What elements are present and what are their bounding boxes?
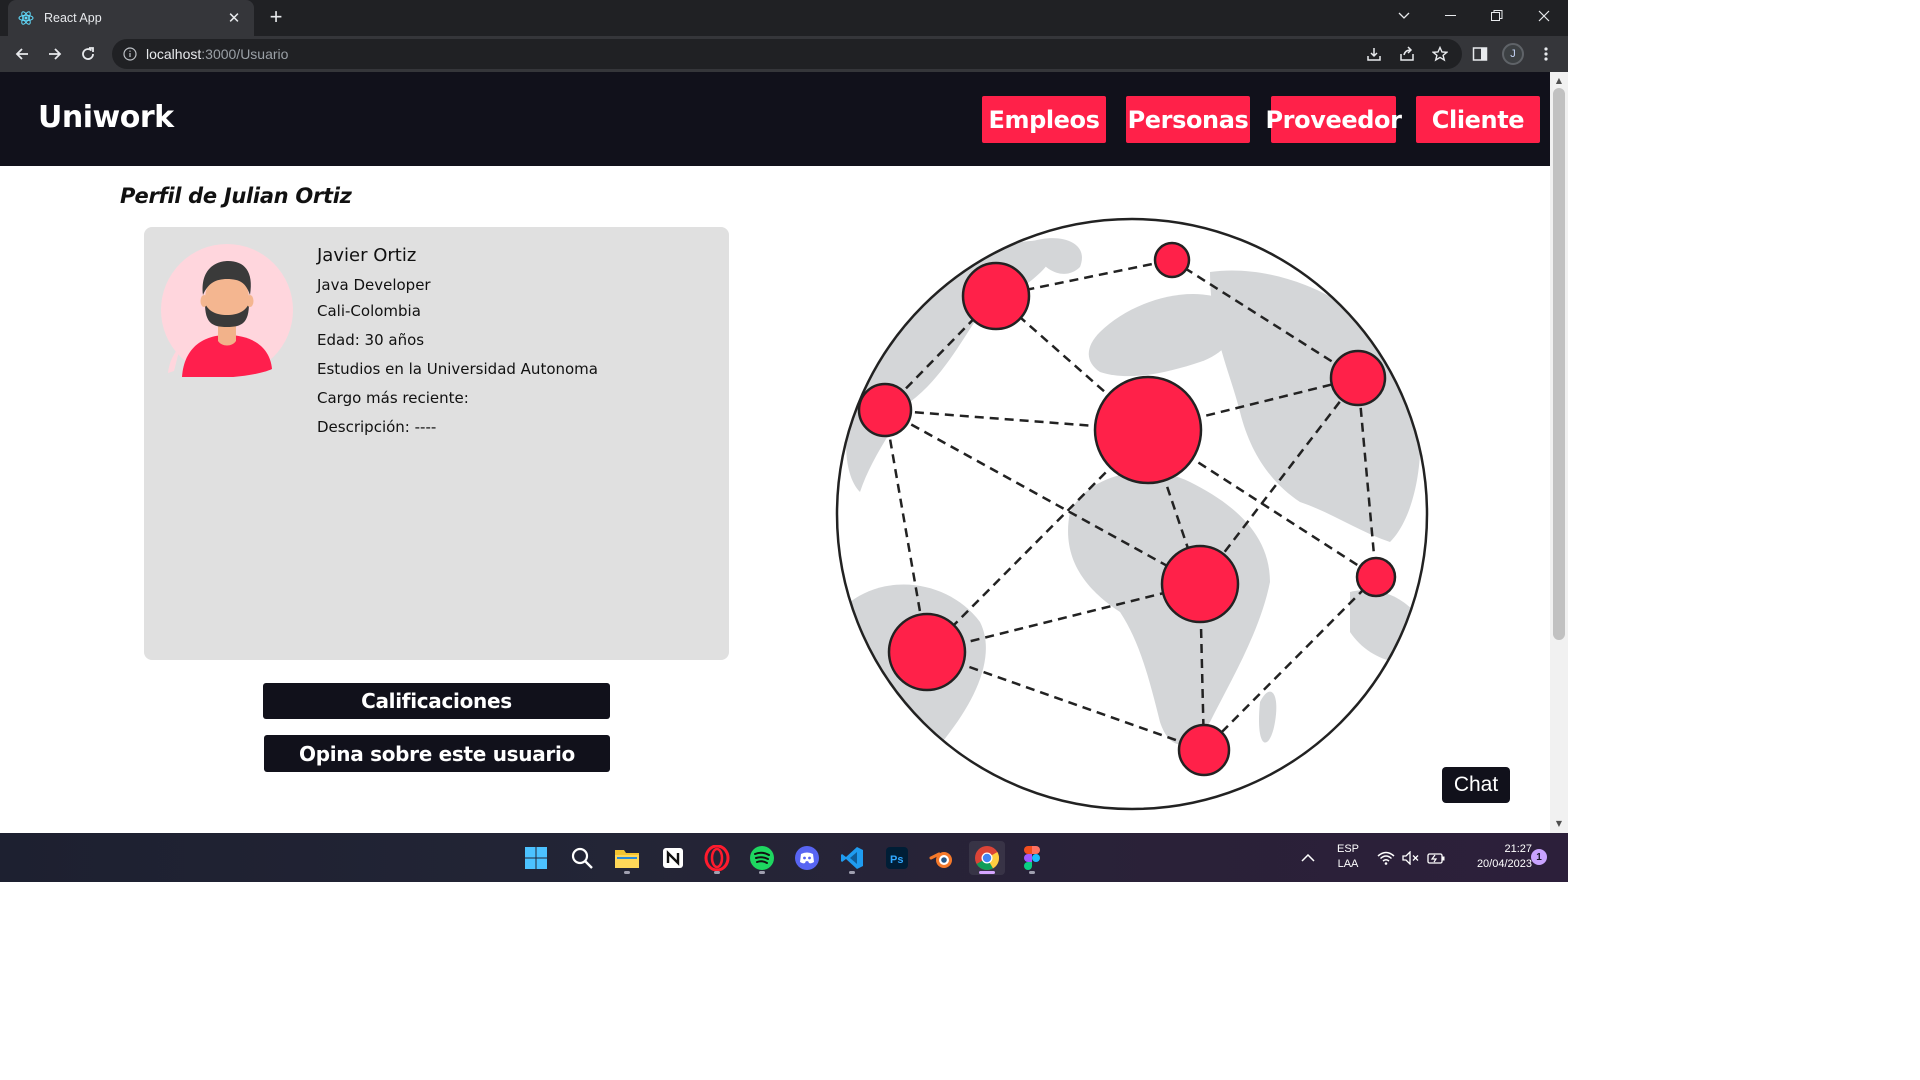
battery-icon[interactable] xyxy=(1424,841,1448,875)
volume-muted-icon[interactable] xyxy=(1399,841,1423,875)
page-viewport: Uniwork Empleos Personas Proveedor Clien… xyxy=(0,72,1550,833)
system-clock[interactable]: 21:27 20/04/2023 xyxy=(1452,842,1532,872)
keyboard-layout: LAA xyxy=(1337,858,1359,870)
site-info-icon[interactable] xyxy=(122,46,138,62)
tab-close-icon[interactable]: ✕ xyxy=(224,9,244,27)
svg-text:Ps: Ps xyxy=(890,854,903,866)
review-user-button[interactable]: Opina sobre este usuario xyxy=(264,735,610,772)
search-icon[interactable] xyxy=(564,841,600,875)
notification-badge[interactable]: 1 xyxy=(1531,849,1547,865)
avatar xyxy=(160,243,294,379)
chrome-icon[interactable] xyxy=(969,841,1005,875)
clock-date: 20/04/2023 xyxy=(1476,858,1532,870)
notion-icon[interactable] xyxy=(655,841,691,875)
profile-location: Cali-Colombia xyxy=(317,302,421,320)
browser-tab[interactable]: React App ✕ xyxy=(8,0,254,36)
scroll-down-icon[interactable]: ▼ xyxy=(1550,817,1568,831)
profile-avatar-button[interactable]: J xyxy=(1502,43,1524,65)
scroll-up-icon[interactable]: ▲ xyxy=(1550,74,1568,88)
reload-icon[interactable] xyxy=(74,40,102,68)
discord-icon[interactable] xyxy=(789,841,825,875)
chat-button[interactable]: Chat xyxy=(1442,767,1510,803)
more-menu-icon[interactable] xyxy=(1534,42,1558,66)
restore-icon[interactable] xyxy=(1474,0,1520,32)
vscode-icon[interactable] xyxy=(834,841,870,875)
react-icon xyxy=(18,10,34,26)
profile-description: Descripción: ---- xyxy=(317,418,437,436)
page-title: Perfil de Julian Ortiz xyxy=(120,184,352,208)
address-bar[interactable]: localhost:3000/Usuario xyxy=(112,39,1462,69)
input-language[interactable]: ESP LAA xyxy=(1330,842,1366,872)
tab-title: React App xyxy=(44,11,102,25)
profile-recent-position: Cargo más reciente: xyxy=(317,389,469,407)
minimize-icon[interactable] xyxy=(1428,0,1474,32)
page-scrollbar[interactable]: ▲ ▼ xyxy=(1550,72,1568,833)
share-icon[interactable] xyxy=(1395,42,1419,66)
nav-empleos-button[interactable]: Empleos xyxy=(982,96,1106,143)
forward-icon[interactable] xyxy=(41,40,69,68)
side-panel-icon[interactable] xyxy=(1468,42,1492,66)
photoshop-icon[interactable]: Ps xyxy=(879,841,915,875)
profile-studies: Estudios en la Universidad Autonoma xyxy=(317,360,598,378)
profile-role: Java Developer xyxy=(317,276,431,294)
file-explorer-icon[interactable] xyxy=(609,841,645,875)
browser-tabstrip: React App ✕ + xyxy=(0,0,1568,36)
new-tab-button[interactable]: + xyxy=(262,5,290,31)
url-path: :3000/Usuario xyxy=(201,46,289,62)
profile-age: Edad: 30 años xyxy=(317,331,425,349)
nav-personas-button[interactable]: Personas xyxy=(1126,96,1250,143)
profile-card: Javier Ortiz Java Developer Cali-Colombi… xyxy=(144,227,729,660)
tab-search-icon[interactable] xyxy=(1381,0,1427,32)
app-header: Uniwork Empleos Personas Proveedor Clien… xyxy=(0,72,1550,166)
os-taskbar: Ps ESP LAA 21:27 20/04/2023 xyxy=(0,833,1568,882)
browser-toolbar: localhost:3000/Usuario J xyxy=(0,36,1568,72)
brand-logo[interactable]: Uniwork xyxy=(38,100,174,135)
bookmark-star-icon[interactable] xyxy=(1428,42,1452,66)
world-network-illustration xyxy=(835,217,1429,811)
spotify-icon[interactable] xyxy=(744,841,780,875)
figma-icon[interactable] xyxy=(1014,841,1050,875)
opera-icon[interactable] xyxy=(699,841,735,875)
install-app-icon[interactable] xyxy=(1362,42,1386,66)
show-hidden-icons-icon[interactable] xyxy=(1292,841,1324,875)
language-code: ESP xyxy=(1336,843,1359,855)
blender-icon[interactable] xyxy=(924,841,960,875)
scroll-thumb[interactable] xyxy=(1553,88,1565,640)
url-host: localhost xyxy=(146,46,202,62)
clock-time: 21:27 xyxy=(1504,843,1532,855)
nav-proveedor-button[interactable]: Proveedor xyxy=(1265,96,1402,143)
close-window-icon[interactable] xyxy=(1521,0,1567,32)
wifi-icon[interactable] xyxy=(1374,841,1398,875)
ratings-button[interactable]: Calificaciones xyxy=(263,683,610,719)
profile-name: Javier Ortiz xyxy=(317,245,417,266)
nav-cliente-button[interactable]: Cliente xyxy=(1416,96,1540,143)
windows-start-icon[interactable] xyxy=(518,841,554,875)
back-icon[interactable] xyxy=(8,40,36,68)
